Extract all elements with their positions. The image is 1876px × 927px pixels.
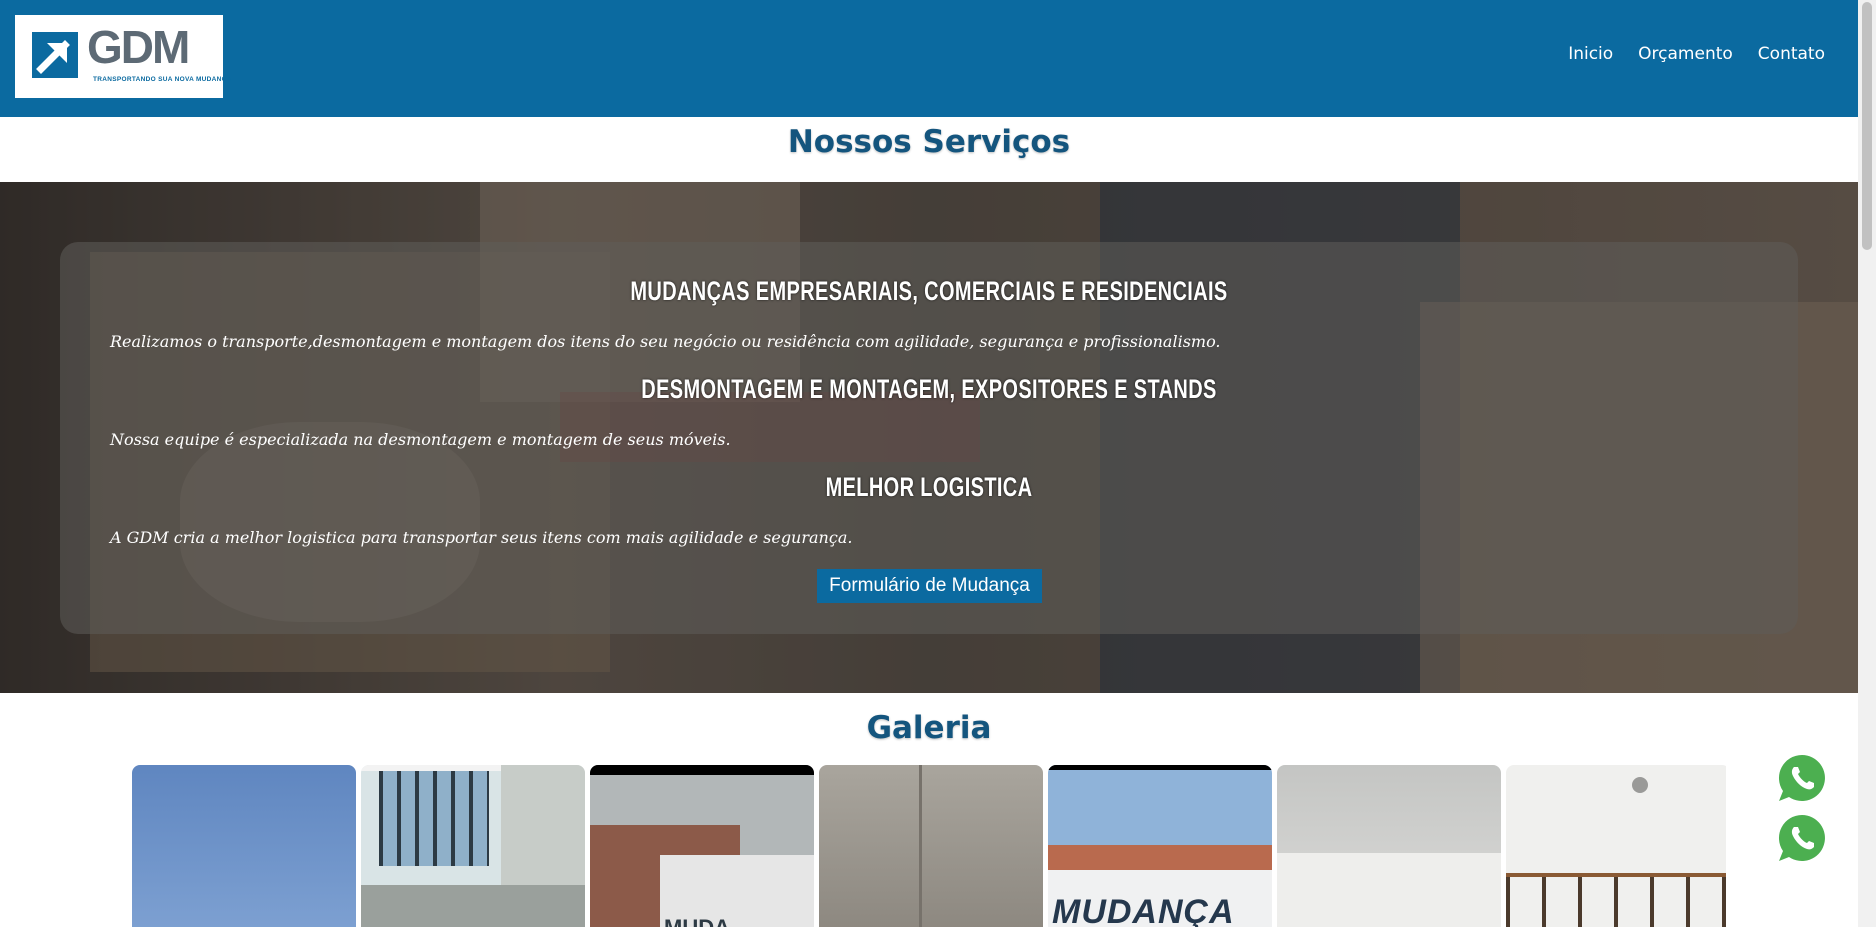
whatsapp-icon [1778,815,1825,861]
service-title-mudancas: MUDANÇAS EMPRESARIAIS, COMERCIAIS E RESI… [630,276,1228,306]
nav-link-orcamento[interactable]: Orçamento [1638,44,1733,64]
arrow-logo-icon [32,32,78,78]
gallery-image-shelf[interactable] [1506,765,1726,927]
gallery-image-wall[interactable] [819,765,1043,927]
logo-tagline: TRANSPORTANDO SUA NOVA MUDANÇA [93,76,232,83]
moving-form-button[interactable]: Formulário de Mudança [817,569,1042,603]
truck-lettering-1: MUDA [664,915,730,927]
whatsapp-button-1[interactable] [1776,752,1828,804]
gallery-heading: Galeria [866,710,992,746]
logo-wordmark: GDM [87,21,190,73]
whatsapp-button-2[interactable] [1776,812,1828,864]
gallery-image-window[interactable] [361,765,585,927]
nav-link-contato[interactable]: Contato [1758,44,1825,64]
gallery-row: MUDA MUDANÇA [132,765,1726,927]
scrollbar-thumb[interactable] [1862,2,1872,250]
services-banner: MUDANÇAS EMPRESARIAIS, COMERCIAIS E RESI… [0,182,1858,693]
services-card: MUDANÇAS EMPRESARIAIS, COMERCIAIS E RESI… [60,242,1798,634]
nav-link-inicio[interactable]: Inicio [1568,44,1613,64]
service-text-mudancas: Realizamos o transporte,desmontagem e mo… [110,332,1221,351]
whatsapp-icon [1778,755,1825,801]
service-text-logistica: A GDM cria a melhor logistica para trans… [110,528,853,547]
truck-lettering-2: MUDANÇA [1052,893,1235,927]
gallery-image-cabinet[interactable] [1277,765,1501,927]
gallery-image-truck-side[interactable]: MUDANÇA [1048,765,1272,927]
service-text-montagem: Nossa equipe é especializada na desmonta… [110,430,731,449]
services-heading: Nossos Serviços [787,124,1071,160]
service-title-montagem: DESMONTAGEM E MONTAGEM, EXPOSITORES E ST… [641,374,1217,404]
gallery-image-sky[interactable] [132,765,356,927]
main-nav: Inicio Orçamento Contato [1568,44,1825,64]
gdm-logo[interactable]: GDM TRANSPORTANDO SUA NOVA MUDANÇA [15,15,231,98]
service-title-logistica: MELHOR LOGISTICA [825,472,1033,502]
gallery-image-truck-front[interactable]: MUDA [590,765,814,927]
site-header: GDM TRANSPORTANDO SUA NOVA MUDANÇA Inici… [0,0,1858,117]
page-scrollbar[interactable] [1858,0,1876,927]
